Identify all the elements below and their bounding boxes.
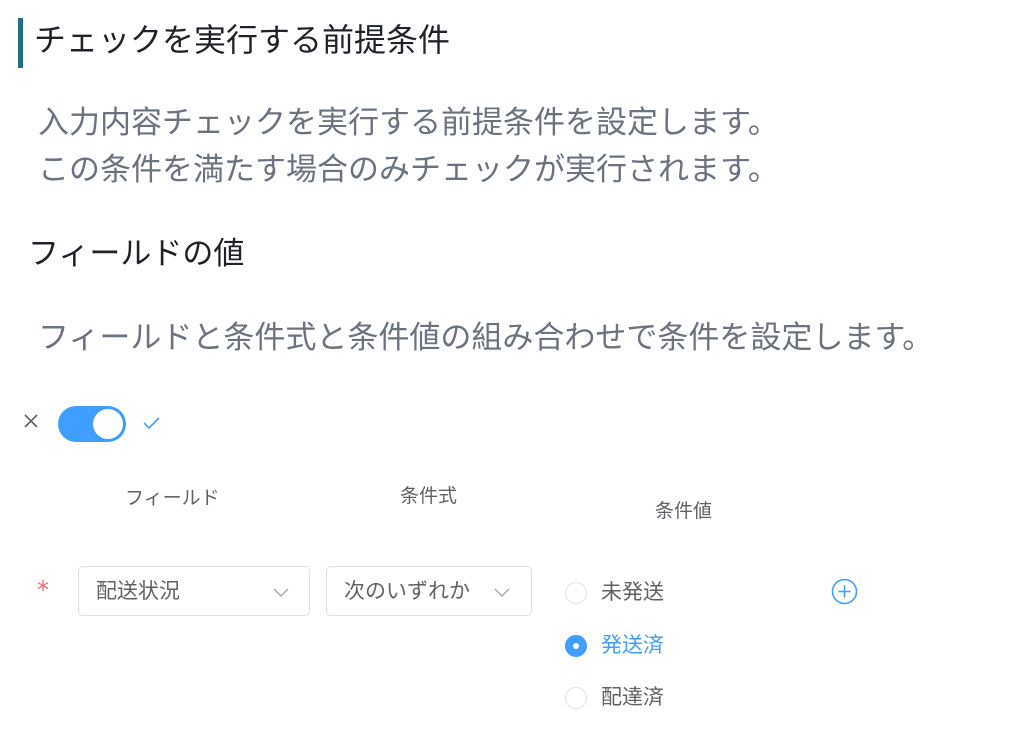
radio-label: 未発送 bbox=[601, 580, 664, 604]
chevron-down-icon bbox=[494, 588, 510, 598]
column-label-value: 条件値 bbox=[655, 500, 713, 522]
chevron-down-icon bbox=[273, 588, 289, 598]
section-title: チェックを実行する前提条件 bbox=[34, 21, 451, 59]
section-accent-bar bbox=[18, 18, 23, 68]
plus-circle-icon[interactable] bbox=[831, 578, 858, 605]
operator-select-value: 次のいずれか bbox=[344, 579, 470, 603]
section-description: 入力内容チェックを実行する前提条件を設定します。 この条件を満たす場合のみチェッ… bbox=[38, 100, 779, 194]
section-description-line-1: 入力内容チェックを実行する前提条件を設定します。 bbox=[38, 105, 779, 141]
check-icon bbox=[143, 417, 160, 430]
radio-circle-checked bbox=[565, 635, 587, 657]
field-select[interactable]: 配送状況 bbox=[78, 566, 310, 616]
radio-circle bbox=[565, 687, 587, 709]
section-description-line-2: この条件を満たす場合のみチェックが実行されます。 bbox=[38, 152, 779, 188]
column-label-field: フィールド bbox=[125, 487, 220, 509]
toggle-knob bbox=[93, 409, 123, 439]
condition-toggle-switch[interactable] bbox=[58, 406, 126, 442]
radio-label: 発送済 bbox=[601, 633, 664, 657]
field-value-description: フィールドと条件式と条件値の組み合わせで条件を設定します。 bbox=[38, 320, 934, 356]
field-select-value: 配送状況 bbox=[96, 579, 180, 603]
column-label-operator: 条件式 bbox=[400, 485, 458, 507]
field-value-title: フィールドの値 bbox=[28, 236, 245, 272]
radio-dot bbox=[573, 643, 579, 649]
radio-label: 配達済 bbox=[601, 685, 664, 709]
required-mark: * bbox=[37, 576, 49, 604]
radio-circle bbox=[565, 582, 587, 604]
close-icon bbox=[24, 414, 38, 428]
operator-select[interactable]: 次のいずれか bbox=[326, 566, 532, 616]
